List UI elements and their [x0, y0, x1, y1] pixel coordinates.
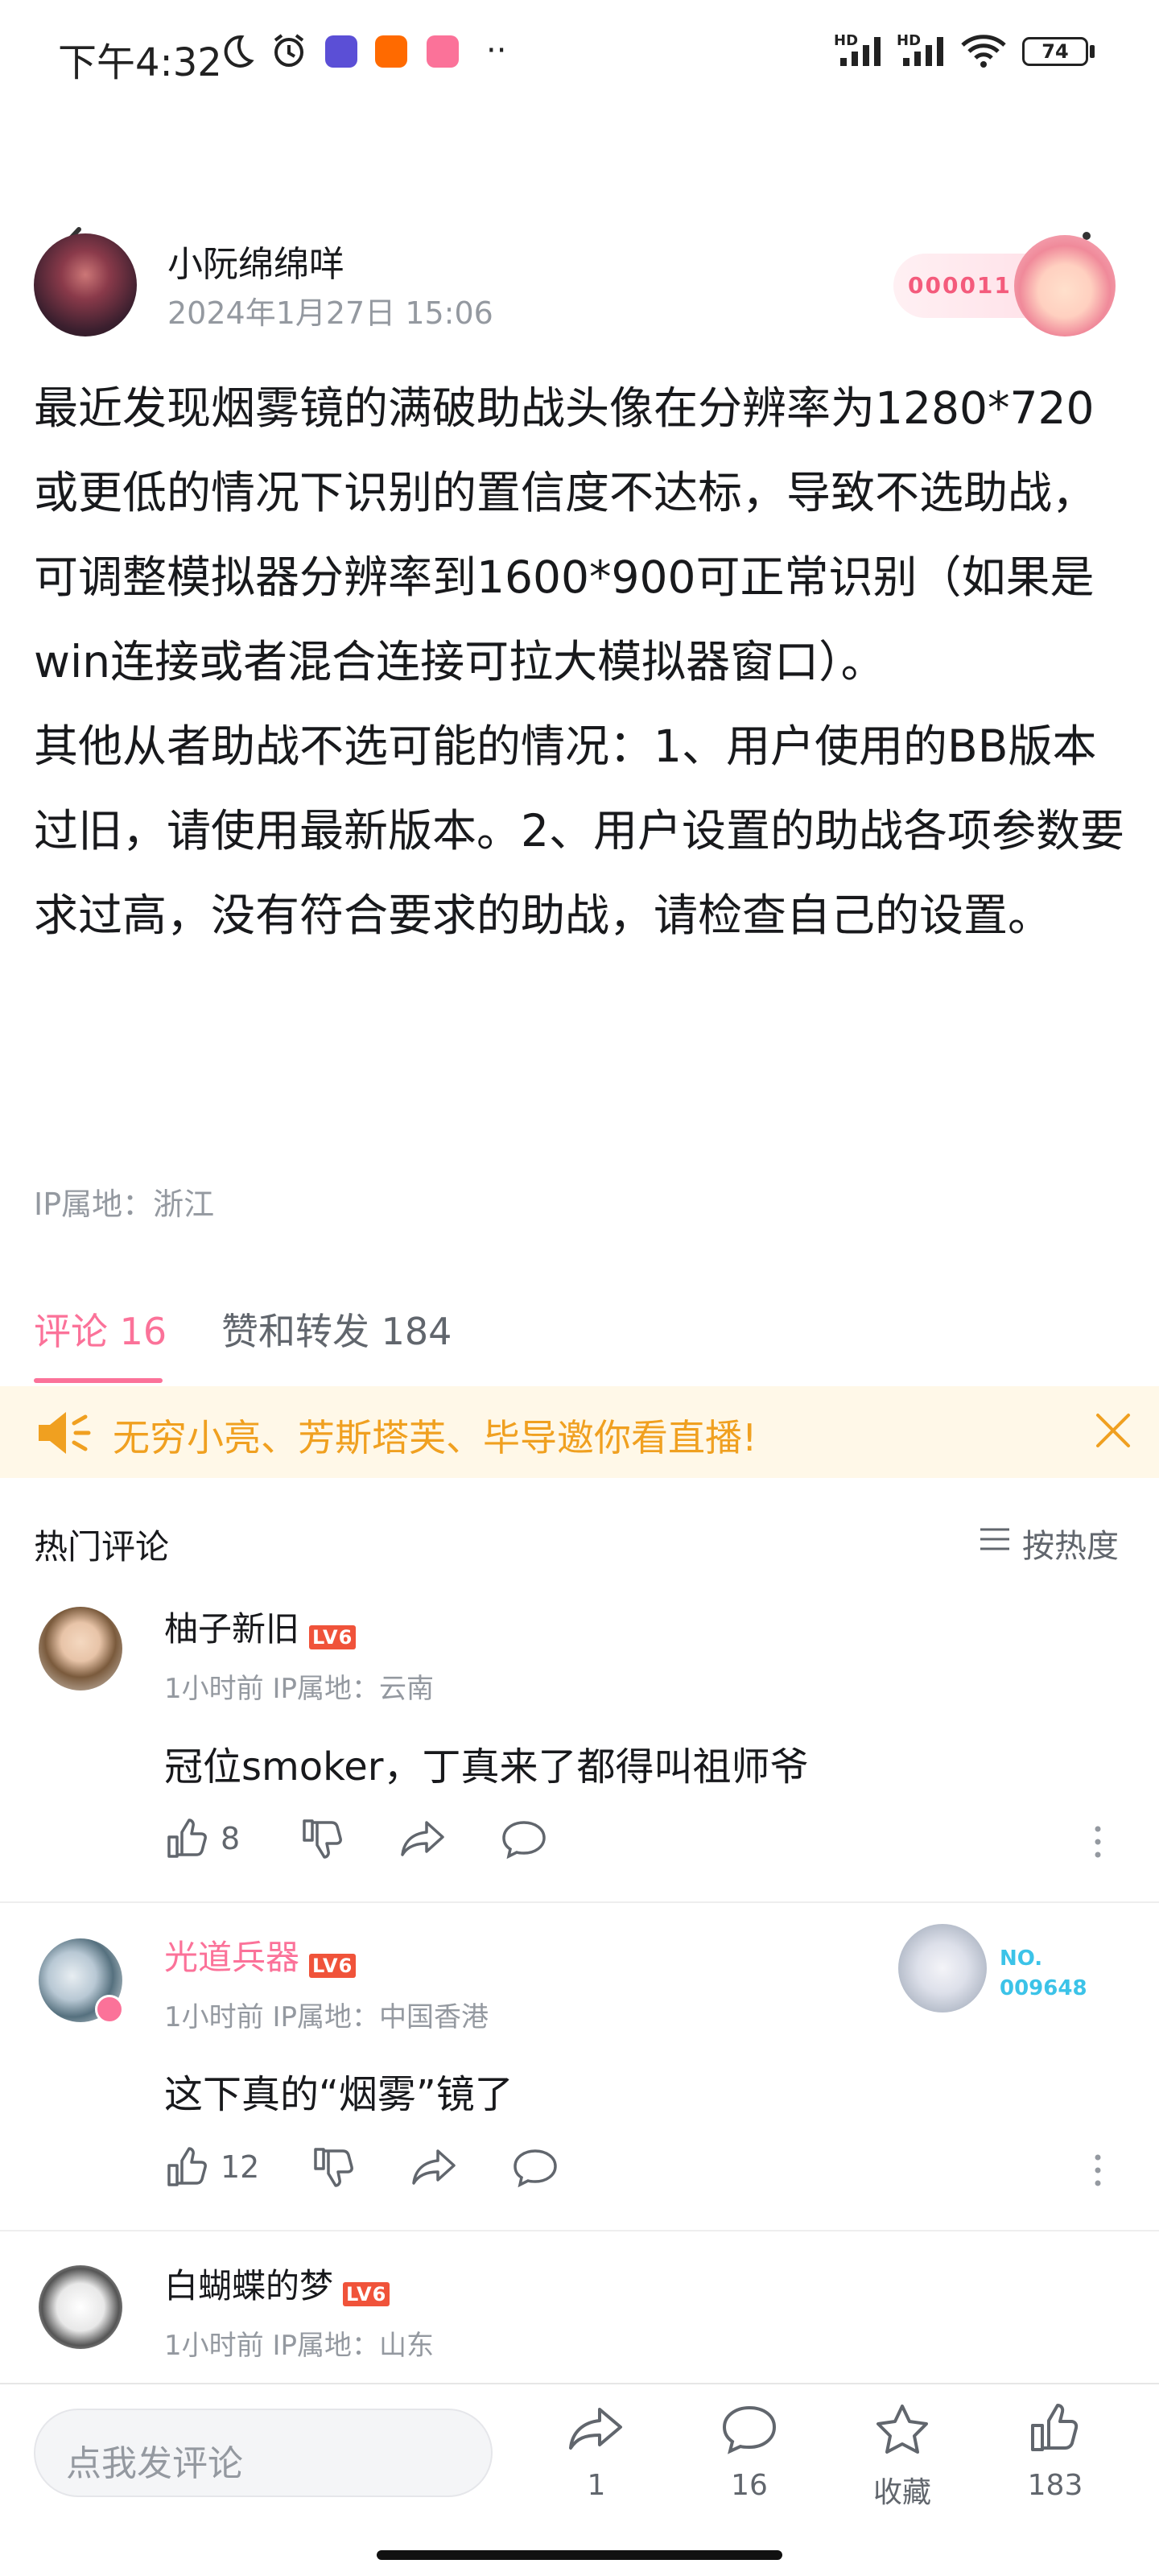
comment-author-name[interactable]: 柚子新旧	[164, 1609, 299, 1649]
sort-label[interactable]: 按热度	[1022, 1520, 1119, 1567]
bottom-share-button[interactable]: 1	[544, 2403, 649, 2502]
vip-badge-icon	[95, 1995, 124, 2024]
status-bar: 下午4:32 ·· HD HD 74	[0, 0, 1159, 105]
comment-more-icon[interactable]	[1091, 2151, 1104, 2190]
star-icon	[876, 2405, 928, 2454]
comment-avatar[interactable]	[39, 2265, 122, 2349]
close-icon[interactable]	[1093, 1410, 1133, 1451]
battery-cap	[1090, 45, 1095, 58]
tab-comments[interactable]: 评论 16	[34, 1302, 167, 1356]
hot-comments-title: 热门评论	[34, 1527, 170, 1567]
signal-icon-2	[903, 37, 943, 66]
comment-text: 这下真的“烟雾”镜了	[164, 2072, 514, 2117]
divider	[0, 2230, 1159, 2231]
thumbs-up-icon	[1031, 2404, 1079, 2451]
comment-count: 16	[731, 2469, 768, 2502]
fan-badge[interactable]: 000011	[893, 233, 1119, 338]
comment-actions: 12	[164, 2145, 1130, 2201]
author-avatar[interactable]	[34, 233, 137, 336]
author-name[interactable]: 小阮绵绵咩	[167, 235, 344, 287]
comment-author-row: 柚子新旧 LV6	[164, 1602, 357, 1649]
post-ip-location: IP属地：浙江	[34, 1187, 215, 1222]
comment-author-name[interactable]: 白蝴蝶的梦	[164, 2266, 333, 2306]
taobao-app-icon	[375, 35, 407, 68]
post-paragraph-2: 其他从者助战不选可能的情况：1、用户使用的BB版本过旧，请使用最新版本。2、用户…	[34, 720, 1124, 941]
tab-likes-reposts[interactable]: 赞和转发 184	[221, 1302, 452, 1356]
sort-icon[interactable]	[979, 1523, 1011, 1555]
thumbs-down-icon[interactable]	[311, 2145, 356, 2190]
divider	[0, 1901, 1159, 1903]
comment-like-button[interactable]: 8	[164, 1816, 240, 1861]
favorite-label: 收藏	[872, 2476, 931, 2509]
top-bar	[0, 105, 1159, 280]
post-body: 最近发现烟雾镜的满破助战头像在分辨率为1280*720或更低的情况下识别的置信度…	[34, 366, 1128, 958]
share-icon[interactable]	[410, 2145, 459, 2190]
comment-like-count: 12	[221, 2149, 260, 2185]
status-time: 下午4:32	[58, 40, 222, 85]
alarm-icon	[274, 34, 304, 67]
level-badge: LV6	[343, 2281, 390, 2306]
fan-badge-number: 000011	[908, 272, 1012, 299]
comment-more-icon[interactable]	[1091, 1823, 1104, 1861]
moon-icon	[224, 35, 254, 68]
battery-level: 74	[1041, 40, 1069, 63]
fan-badge-character-icon	[898, 1924, 987, 2013]
reply-icon[interactable]	[512, 2145, 559, 2190]
level-badge: LV6	[309, 1953, 357, 1978]
thumbs-up-icon	[167, 1818, 207, 1858]
comment-meta: 1小时前 IP属地：云南	[164, 1673, 434, 1705]
battery-indicator: 74	[1022, 37, 1088, 66]
comment-actions: 8	[164, 1816, 1130, 1872]
like-count: 183	[1027, 2469, 1083, 2502]
bottom-favorite-button[interactable]: 收藏	[850, 2403, 955, 2511]
share-icon	[569, 2408, 622, 2450]
level-badge: LV6	[309, 1624, 357, 1649]
home-indicator[interactable]	[377, 2550, 782, 2560]
share-count: 1	[587, 2469, 606, 2502]
comment-author-row: 光道兵器 LV6	[164, 1930, 357, 1978]
comment-icon	[722, 2405, 777, 2454]
fan-badge-label: NO.	[1000, 1946, 1043, 1971]
share-icon[interactable]	[399, 1816, 448, 1861]
comment-meta: 1小时前 IP属地：山东	[164, 2330, 434, 2362]
comment-input-placeholder[interactable]: 点我发评论	[66, 2434, 243, 2486]
speaker-icon	[39, 1412, 91, 1454]
post-time: 2024年1月27日 15:06	[167, 295, 493, 331]
comment-like-count: 8	[221, 1821, 241, 1856]
bottom-like-button[interactable]: 183	[1003, 2403, 1107, 2502]
comment-meta: 1小时前 IP属地：中国香港	[164, 2001, 489, 2033]
comment-author-row: 白蝴蝶的梦 LV6	[164, 2259, 390, 2306]
post-paragraph-1: 最近发现烟雾镜的满破助战头像在分辨率为1280*720或更低的情况下识别的置信度…	[34, 382, 1097, 687]
bilibili-app-icon	[427, 35, 459, 68]
tieba-app-icon	[325, 35, 357, 68]
bottom-comment-button[interactable]: 16	[697, 2403, 802, 2502]
more-notifications-icon: ··	[486, 32, 507, 69]
thumbs-down-icon[interactable]	[299, 1816, 344, 1861]
comment-text: 冠位smoker，丁真来了都得叫祖师爷	[164, 1744, 809, 1790]
tab-active-indicator	[34, 1378, 163, 1383]
reply-icon[interactable]	[501, 1816, 547, 1861]
signal-icon	[840, 37, 881, 66]
thumbs-up-icon	[167, 2147, 207, 2186]
wifi-icon	[961, 35, 1006, 68]
live-notice-text[interactable]: 无穷小亮、芳斯塔芙、毕导邀你看直播!	[113, 1409, 757, 1462]
badge-character-icon	[1014, 235, 1116, 336]
comment-author-name[interactable]: 光道兵器	[164, 1938, 299, 1977]
comment-like-button[interactable]: 12	[164, 2145, 259, 2190]
fan-badge-number: 009648	[1000, 1976, 1087, 2000]
comment-avatar[interactable]	[39, 1607, 122, 1690]
